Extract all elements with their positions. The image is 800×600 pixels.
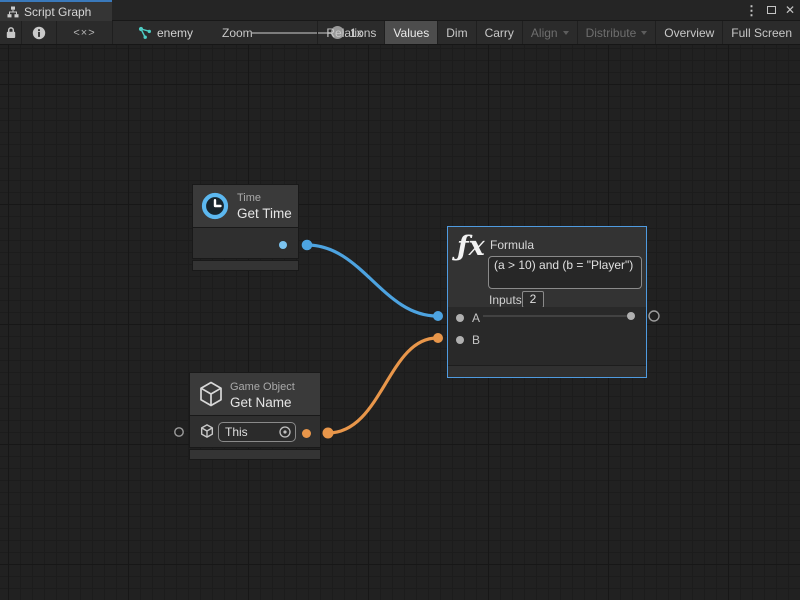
values-button[interactable]: Values — [384, 21, 437, 44]
window-controls: ⋮ ✕ — [745, 0, 795, 20]
inputs-count-field[interactable]: 2 — [522, 291, 544, 308]
info-button[interactable] — [22, 21, 57, 44]
zoom-label: Zoom — [222, 26, 253, 40]
wire-blue-start-dot[interactable] — [302, 240, 313, 251]
wire-orange-end-dot[interactable] — [433, 333, 443, 343]
close-icon[interactable]: ✕ — [785, 4, 795, 16]
fx-icon: ƒx — [457, 231, 485, 262]
dim-button[interactable]: Dim — [437, 21, 475, 44]
embed-graph-button[interactable]: <×> — [57, 21, 113, 44]
info-icon — [32, 26, 46, 40]
target-object-value: This — [219, 425, 278, 439]
node-header: Game Object Get Name — [190, 373, 320, 416]
port-row-a: A — [448, 307, 646, 328]
input-port-b[interactable] — [456, 336, 464, 344]
connections-layer — [0, 45, 800, 600]
object-picker-icon[interactable] — [278, 425, 292, 439]
node-category: Game Object — [230, 381, 295, 393]
get-name-input-ring[interactable] — [175, 428, 183, 436]
fullscreen-button[interactable]: Full Screen — [722, 21, 800, 44]
input-port-a[interactable] — [456, 314, 464, 322]
node-get-name[interactable]: Game Object Get Name This — [190, 373, 320, 460]
node-title: Formula — [490, 238, 534, 252]
tab-bar: Script Graph ⋮ ✕ — [0, 0, 800, 21]
wire-getname-to-b[interactable] — [328, 338, 437, 433]
distribute-dropdown[interactable]: Distribute — [577, 21, 656, 44]
target-object-field[interactable]: This — [218, 422, 296, 442]
tab-script-graph[interactable]: Script Graph — [0, 0, 112, 21]
port-label: B — [472, 333, 480, 347]
lock-icon — [5, 26, 17, 39]
embed-icon: <×> — [73, 27, 95, 39]
toolbar-buttons: Relations Values Dim Carry Align Distrib… — [317, 21, 800, 44]
output-port-float[interactable] — [279, 241, 287, 249]
overview-button[interactable]: Overview — [655, 21, 722, 44]
lock-button[interactable] — [0, 21, 22, 44]
cube-icon-small — [199, 423, 215, 439]
script-graph-icon — [7, 6, 19, 18]
wire-gettime-to-a[interactable] — [307, 245, 437, 316]
graph-breadcrumb[interactable]: enemy — [138, 21, 193, 44]
node-title: Get Time — [237, 206, 292, 221]
port-row-b: B — [448, 329, 646, 350]
node-category: Time — [237, 192, 261, 204]
output-port-string[interactable] — [302, 429, 311, 438]
node-body: This — [190, 416, 320, 447]
node-ports: A B — [448, 307, 646, 365]
formula-expression-input[interactable]: (a > 10) and (b = "Player") — [488, 256, 642, 289]
clock-icon — [201, 192, 229, 220]
graph-toolbar: <×> enemy Zoom 1x Relations Values Dim C… — [0, 21, 800, 45]
graph-canvas[interactable]: Time Get Time Game Object Get Name — [0, 45, 800, 600]
port-label: A — [472, 311, 480, 325]
maximize-icon[interactable] — [767, 6, 776, 14]
formula-output-ring[interactable] — [649, 311, 659, 321]
wire-blue-end-dot[interactable] — [433, 311, 443, 321]
script-graph-window: Script Graph ⋮ ✕ <×> — [0, 0, 800, 600]
wire-orange-start-dot[interactable] — [323, 428, 334, 439]
tab-title: Script Graph — [24, 5, 91, 19]
chevron-down-icon — [563, 31, 569, 35]
inputs-label: Inputs — [489, 293, 522, 307]
node-title: Get Name — [230, 395, 292, 410]
align-dropdown[interactable]: Align — [522, 21, 577, 44]
carry-button[interactable]: Carry — [476, 21, 522, 44]
kebab-menu-icon[interactable]: ⋮ — [745, 4, 758, 17]
node-footer — [448, 365, 646, 377]
node-footer — [190, 450, 320, 459]
node-body — [193, 228, 298, 258]
relations-button[interactable]: Relations — [317, 21, 384, 44]
graph-name: enemy — [157, 26, 193, 40]
node-formula[interactable]: ƒx Formula (a > 10) and (b = "Player") I… — [447, 226, 647, 378]
node-header: ƒx Formula (a > 10) and (b = "Player") I… — [448, 227, 646, 307]
node-get-time[interactable]: Time Get Time — [193, 185, 298, 270]
node-header: Time Get Time — [193, 185, 298, 228]
cube-icon — [196, 379, 226, 409]
chevron-down-icon — [641, 31, 647, 35]
node-footer — [193, 261, 298, 270]
graph-asset-icon — [138, 26, 152, 40]
